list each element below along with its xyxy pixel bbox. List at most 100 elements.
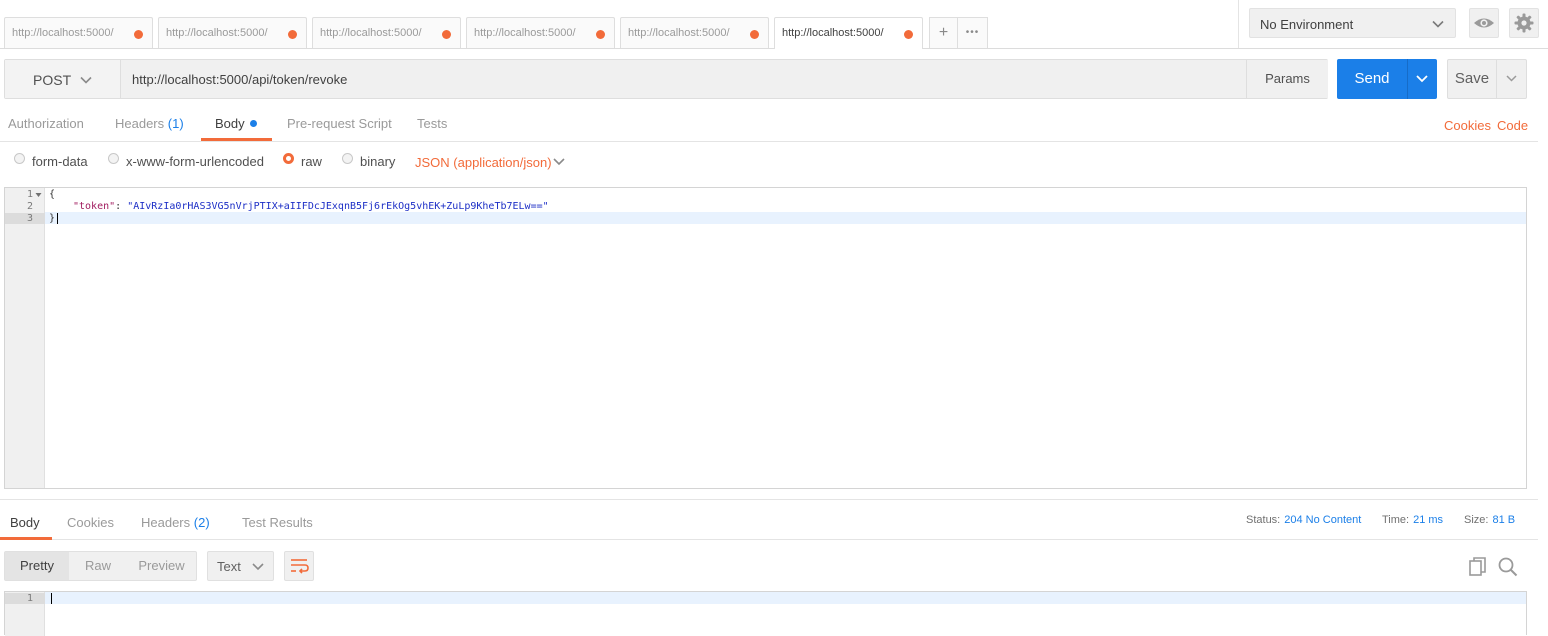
request-tab-6-active[interactable]: http://localhost:5000/ (774, 17, 923, 49)
method-label: POST (33, 72, 72, 88)
tab-tests[interactable]: Tests (417, 116, 447, 131)
new-tab-button[interactable]: + (929, 17, 958, 48)
line-number-current: 1 (5, 593, 45, 604)
time-value[interactable]: 21 ms (1413, 514, 1443, 526)
line-number: 1 (26, 189, 33, 200)
response-tab-headers[interactable]: Headers (2) (141, 515, 210, 530)
request-tab-label: http://localhost:5000/ (628, 27, 730, 39)
request-tab-5[interactable]: http://localhost:5000/ (620, 17, 769, 48)
urlencoded-radio[interactable] (108, 153, 119, 164)
environment-quick-look-button[interactable] (1469, 8, 1499, 38)
send-button-label: Send (1354, 70, 1390, 87)
time-label: Time: (1382, 514, 1410, 526)
params-button[interactable]: Params (1246, 60, 1328, 98)
response-tab-body[interactable]: Body (10, 515, 40, 530)
request-body-editor[interactable]: 1 2 3 { "token": "AIvRzIa0rHAS3VG5nVrjPT… (4, 187, 1527, 489)
code-line-1: { (49, 189, 56, 200)
chevron-down-icon (252, 563, 264, 571)
response-format-label: Text (217, 559, 241, 574)
urlencoded-label[interactable]: x-www-form-urlencoded (126, 154, 264, 169)
line-number: 2 (26, 201, 33, 212)
ellipsis-icon: ••• (965, 27, 980, 38)
code-link[interactable]: Code (1497, 118, 1528, 133)
copy-icon[interactable] (1467, 556, 1489, 578)
tab-headers-label: Headers (115, 116, 165, 131)
pretty-view-button[interactable]: Pretty (5, 552, 69, 580)
url-value: http://localhost:5000/api/token/revoke (132, 72, 348, 87)
content-type-select[interactable]: JSON (application/json) (415, 155, 552, 170)
size-label: Size: (1464, 514, 1489, 526)
tab-headers[interactable]: Headers (1) (115, 116, 184, 131)
fold-arrow-icon[interactable] (35, 192, 42, 198)
json-key: "token" (73, 201, 116, 212)
more-tabs-button[interactable]: ••• (957, 17, 988, 48)
tab-prerequest-script[interactable]: Pre-request Script (287, 116, 392, 131)
send-options-button[interactable] (1407, 59, 1437, 99)
size-value[interactable]: 81 B (1492, 514, 1515, 526)
raw-radio-selected[interactable] (283, 153, 294, 164)
request-tab-label: http://localhost:5000/ (166, 27, 268, 39)
response-headers-count-badge: (2) (193, 515, 210, 530)
form-data-label[interactable]: form-data (32, 154, 88, 169)
request-tab-label: http://localhost:5000/ (782, 27, 884, 39)
response-format-select[interactable]: Text (207, 551, 274, 581)
unsaved-dot-icon (442, 30, 451, 39)
line-number-current: 3 (5, 213, 45, 224)
binary-radio[interactable] (342, 153, 353, 164)
save-options-button[interactable] (1496, 59, 1527, 99)
status-value[interactable]: 204 No Content (1284, 514, 1361, 526)
cookies-link[interactable]: Cookies (1444, 118, 1491, 133)
response-tab-test-results[interactable]: Test Results (242, 515, 313, 530)
chevron-down-icon (1432, 20, 1444, 28)
request-tab-label: http://localhost:5000/ (474, 27, 576, 39)
url-input[interactable]: http://localhost:5000/api/token/revoke (122, 60, 1246, 98)
gear-icon (1514, 13, 1534, 33)
preview-view-button[interactable]: Preview (127, 552, 196, 580)
chevron-down-icon (1506, 75, 1517, 82)
tab-authorization[interactable]: Authorization (8, 116, 84, 131)
request-tab-4[interactable]: http://localhost:5000/ (466, 17, 615, 48)
eye-icon (1474, 18, 1494, 28)
active-tab-indicator (201, 138, 272, 141)
save-button[interactable]: Save (1447, 59, 1497, 99)
current-line-highlight (45, 592, 1526, 604)
tab-body[interactable]: Body (215, 116, 257, 131)
raw-view-button[interactable]: Raw (69, 552, 127, 580)
code-line-3: } (49, 213, 56, 224)
response-gutter: 1 (5, 592, 45, 636)
send-button[interactable]: Send (1337, 59, 1407, 99)
unsaved-dot-icon (596, 30, 605, 39)
raw-label[interactable]: raw (301, 154, 322, 169)
response-size: Size: 81 B (1464, 514, 1515, 526)
request-tab-1[interactable]: http://localhost:5000/ (4, 17, 153, 48)
request-tab-3[interactable]: http://localhost:5000/ (312, 17, 461, 48)
response-status: Status: 204 No Content (1246, 514, 1361, 526)
json-value: "AIvRzIa0rHAS3VG5nVrjPTIX+aIIFDcJExqnB5F… (127, 201, 549, 212)
chevron-down-icon[interactable] (551, 155, 567, 169)
request-url-bar: POST http://localhost:5000/api/token/rev… (4, 59, 1328, 99)
unsaved-dot-icon (288, 30, 297, 39)
code-line-2: "token": "AIvRzIa0rHAS3VG5nVrjPTIX+aIIFD… (73, 201, 549, 212)
text-cursor (51, 593, 52, 604)
chevron-down-icon (1416, 75, 1428, 83)
response-body-viewer[interactable]: 1 (4, 591, 1527, 636)
method-select[interactable]: POST (5, 60, 121, 98)
response-view-toggle: Pretty Raw Preview (4, 551, 197, 581)
settings-button[interactable] (1509, 8, 1539, 38)
form-data-radio[interactable] (14, 153, 25, 164)
current-line-highlight (45, 212, 1526, 224)
response-tab-cookies[interactable]: Cookies (67, 515, 114, 530)
wrap-lines-icon (291, 559, 309, 574)
binary-label[interactable]: binary (360, 154, 395, 169)
params-button-label: Params (1265, 71, 1310, 86)
request-tab-label: http://localhost:5000/ (320, 27, 422, 39)
plus-icon: + (938, 24, 949, 41)
editor-gutter: 1 2 3 (5, 188, 45, 488)
search-icon[interactable] (1497, 556, 1519, 578)
wrap-lines-button[interactable] (284, 551, 314, 581)
request-tab-2[interactable]: http://localhost:5000/ (158, 17, 307, 48)
environment-select[interactable]: No Environment (1249, 8, 1456, 38)
status-label: Status: (1246, 514, 1281, 526)
active-response-tab-indicator (0, 537, 52, 540)
chevron-down-icon (80, 76, 92, 84)
